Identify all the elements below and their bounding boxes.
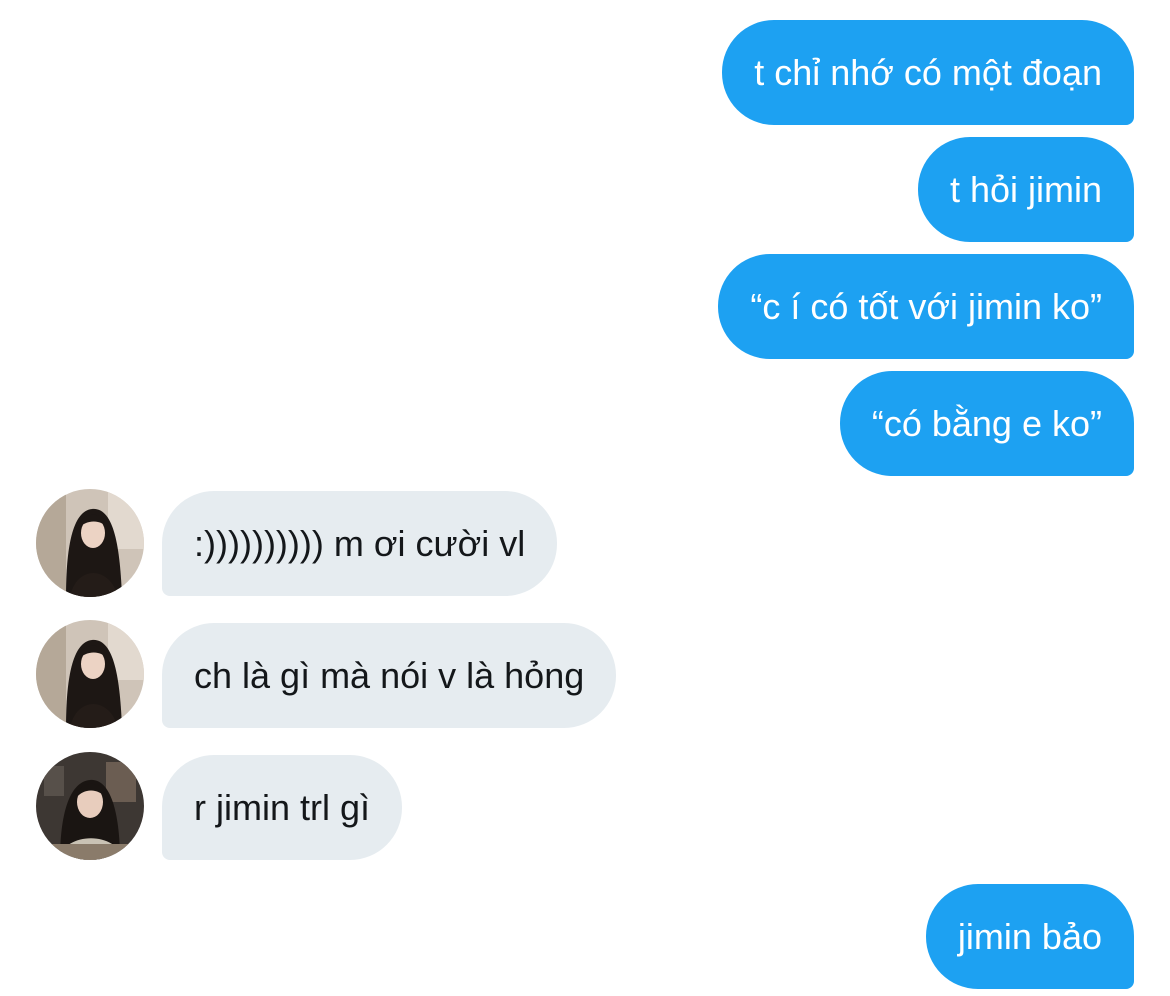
sent-message[interactable]: jimin bảo [925, 884, 1134, 989]
user-avatar[interactable] [36, 620, 144, 728]
received-message[interactable]: r jimin trl gì [162, 755, 403, 860]
sent-message[interactable]: t chỉ nhớ có một đoạn [722, 20, 1134, 125]
avatar-dark-hair-image [36, 489, 144, 597]
message-text: t chỉ nhớ có một đoạn [754, 51, 1102, 93]
avatar-cafe-image [36, 752, 144, 860]
message-text: “c í có tốt với jimin ko” [750, 285, 1102, 327]
message-text: jimin bảo [957, 915, 1102, 957]
received-message[interactable]: :)))))))))) m ơi cười vl [162, 491, 558, 596]
message-text: “có bằng e ko” [871, 402, 1102, 444]
sent-message[interactable]: “có bằng e ko” [839, 371, 1134, 476]
message-text: t hỏi jimin [949, 168, 1102, 210]
user-avatar[interactable] [36, 489, 144, 597]
received-message[interactable]: ch là gì mà nói v là hỏng [162, 623, 617, 728]
avatar-dark-hair-image [36, 620, 144, 728]
message-text: r jimin trl gì [194, 786, 371, 828]
message-text: ch là gì mà nói v là hỏng [194, 654, 585, 696]
sent-message[interactable]: t hỏi jimin [917, 137, 1134, 242]
message-text: :)))))))))) m ơi cười vl [194, 522, 526, 564]
sent-message[interactable]: “c í có tốt với jimin ko” [718, 254, 1134, 359]
user-avatar[interactable] [36, 752, 144, 860]
